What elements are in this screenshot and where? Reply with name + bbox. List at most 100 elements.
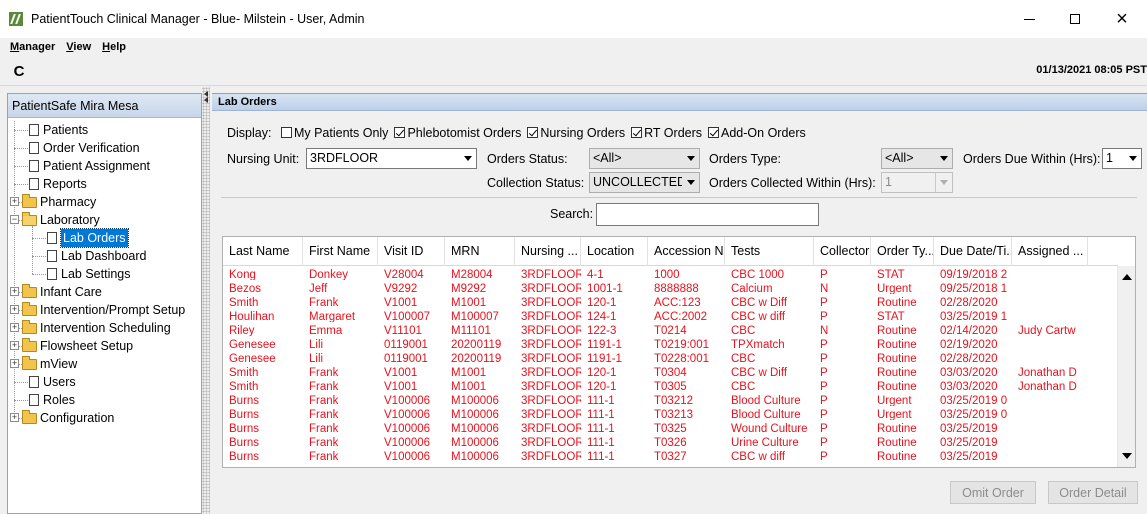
cell-first-name: Frank: [309, 381, 339, 392]
display-filter-row: Display: My Patients Only Phlebotomist Or…: [227, 126, 806, 140]
chevron-down-icon[interactable]: [935, 149, 952, 168]
table-row[interactable]: Bezos Jeff V9292 M9292 3RDFLOOR 1001-1 8888888…: [223, 280, 1118, 294]
column-header-first-name[interactable]: First Name: [303, 237, 378, 266]
omit-order-button[interactable]: Omit Order: [950, 481, 1036, 504]
add-on-orders-checkbox[interactable]: Add-On Orders: [702, 126, 806, 140]
checkbox-box[interactable]: [527, 127, 539, 138]
tree-item-infant-care[interactable]: + Infant Care: [8, 283, 201, 301]
cell-assigned: [1012, 350, 1088, 364]
tree-item-mview[interactable]: + mView: [8, 355, 201, 373]
chevron-down-icon[interactable]: [682, 173, 699, 192]
chevron-down-icon[interactable]: [682, 149, 699, 168]
table-row[interactable]: Smith Frank V1001 M1001 3RDFLOOR 120-1 T0305 CB…: [223, 378, 1118, 392]
table-row[interactable]: Burns Frank V100006 M100006 3RDFLOOR 111-1 T03…: [223, 420, 1118, 434]
checkbox-box[interactable]: [280, 127, 292, 138]
column-header-last-name[interactable]: Last Name: [223, 237, 303, 266]
table-row[interactable]: Genesee Lili 0119001 20200119 3RDFLOOR 1191-1…: [223, 350, 1118, 364]
column-header-tests[interactable]: Tests: [725, 237, 814, 266]
orders-due-select[interactable]: 1: [1102, 148, 1142, 169]
table-row[interactable]: Burns Frank V100006 M100006 3RDFLOOR 111-1 T03…: [223, 406, 1118, 420]
menu-help[interactable]: Help: [102, 41, 126, 53]
app-logo-icon: [9, 12, 23, 26]
tree-item-reports[interactable]: Reports: [8, 175, 201, 193]
nursing-orders-checkbox[interactable]: Nursing Orders: [521, 126, 625, 140]
checkbox-box[interactable]: [394, 127, 406, 138]
nursing-unit-select[interactable]: 3RDFLOOR: [306, 148, 477, 169]
grid-vertical-scrollbar[interactable]: [1117, 266, 1135, 467]
collapse-panel-icon[interactable]: [203, 90, 209, 106]
column-header-location[interactable]: Location: [581, 237, 648, 266]
table-row[interactable]: Houlihan Margaret V100007 M100007 3RDFLOOR 12…: [223, 308, 1118, 322]
search-input[interactable]: [596, 203, 819, 226]
tree-item-laboratory[interactable]: − Laboratory: [8, 211, 201, 229]
cell-mrn: M1001: [451, 367, 487, 378]
cell-collector: P: [820, 339, 828, 350]
tree-item-users[interactable]: Users: [8, 373, 201, 391]
table-row[interactable]: Kong Donkey V28004 M28004 3RDFLOOR 4-1 1000 CBC…: [223, 266, 1118, 280]
column-header-assigned[interactable]: Assigned ...: [1012, 237, 1088, 266]
expand-icon[interactable]: +: [10, 341, 19, 350]
refresh-button[interactable]: C: [9, 61, 29, 81]
column-header-accession-number[interactable]: Accession N...: [648, 237, 725, 266]
phlebotomist-orders-checkbox[interactable]: Phlebotomist Orders: [388, 126, 521, 140]
expand-icon[interactable]: +: [10, 197, 19, 206]
column-header-due-date[interactable]: Due Date/Ti...: [934, 237, 1012, 266]
scroll-down-icon[interactable]: [1122, 453, 1132, 459]
rt-orders-checkbox[interactable]: RT Orders: [625, 126, 702, 140]
table-row[interactable]: Smith Frank V1001 M1001 3RDFLOOR 120-1 T0304 CB…: [223, 364, 1118, 378]
maximize-button[interactable]: [1052, 0, 1098, 38]
close-button[interactable]: ×: [1099, 0, 1145, 38]
cell-last-name: Burns: [229, 437, 260, 448]
panel-splitter[interactable]: [202, 87, 210, 514]
column-header-visit-id[interactable]: Visit ID: [378, 237, 445, 266]
tree-item-order-verification[interactable]: Order Verification: [8, 139, 201, 157]
table-row[interactable]: Smith Frank V1001 M1001 3RDFLOOR 120-1 ACC:123…: [223, 294, 1118, 308]
checkbox-box[interactable]: [708, 127, 720, 138]
table-row[interactable]: Burns Frank V100006 M100006 3RDFLOOR 111-1 T03…: [223, 448, 1118, 462]
maximize-icon: [1070, 14, 1080, 24]
orders-status-select[interactable]: <All>: [589, 148, 700, 169]
column-header-nursing-unit[interactable]: Nursing ...: [515, 237, 581, 266]
my-patients-only-checkbox[interactable]: My Patients Only: [275, 126, 388, 140]
checkbox-box[interactable]: [631, 127, 643, 138]
tree-item-intervention-scheduling[interactable]: + Intervention Scheduling: [8, 319, 201, 337]
expand-icon[interactable]: +: [10, 287, 19, 296]
table-row[interactable]: Genesee Lili 0119001 20200119 3RDFLOOR 1191-1…: [223, 336, 1118, 350]
table-row[interactable]: Burns Frank V100006 M100006 3RDFLOOR 111-1 T03…: [223, 392, 1118, 406]
expand-icon[interactable]: +: [10, 305, 19, 314]
order-detail-button[interactable]: Order Detail: [1048, 481, 1138, 504]
minimize-button[interactable]: [1006, 0, 1052, 38]
tree-item-flowsheet-setup[interactable]: + Flowsheet Setup: [8, 337, 201, 355]
chevron-down-icon[interactable]: [1124, 149, 1141, 168]
expand-icon[interactable]: +: [10, 359, 19, 368]
tree-item-intervention-prompt-setup[interactable]: + Intervention/Prompt Setup: [8, 301, 201, 319]
menu-view[interactable]: View: [66, 41, 91, 53]
chevron-down-icon[interactable]: [459, 149, 476, 168]
expand-icon[interactable]: +: [10, 323, 19, 332]
tree-item-roles[interactable]: Roles: [8, 391, 201, 409]
expand-icon[interactable]: +: [10, 413, 19, 422]
column-header-collector[interactable]: Collector: [814, 237, 871, 266]
menu-manager[interactable]: Manager: [10, 41, 55, 53]
scroll-up-icon[interactable]: [1122, 274, 1132, 280]
tree-connector: [14, 130, 28, 131]
cell-order-type: Routine: [877, 423, 917, 434]
column-header-order-type[interactable]: Order Ty...: [871, 237, 934, 266]
table-row[interactable]: Burns Frank V100006 M100006 3RDFLOOR 111-1 T03…: [223, 434, 1118, 448]
orders-type-select[interactable]: <All>: [881, 148, 953, 169]
column-header-mrn[interactable]: MRN: [445, 237, 515, 266]
tree-item-patient-assignment[interactable]: Patient Assignment: [8, 157, 201, 175]
tree-item-pharmacy[interactable]: + Pharmacy: [8, 193, 201, 211]
table-row[interactable]: Riley Emma V11101 M11101 3RDFLOOR 122-3 T0214 C…: [223, 322, 1118, 336]
tree-item-label: Users: [43, 375, 76, 389]
collection-status-select[interactable]: UNCOLLECTED: [589, 172, 700, 193]
tree-item-lab-orders[interactable]: Lab Orders: [8, 228, 201, 248]
cell-first-name: Emma: [309, 325, 343, 336]
tree-item-configuration[interactable]: + Configuration: [8, 409, 201, 427]
tree-item-lab-dashboard[interactable]: Lab Dashboard: [8, 247, 201, 265]
cell-location: 1191-1: [587, 353, 622, 364]
cell-order-type: Routine: [877, 451, 917, 462]
tree-item-lab-settings[interactable]: Lab Settings: [8, 265, 201, 283]
tree-item-patients[interactable]: Patients: [8, 121, 201, 139]
collapse-icon[interactable]: −: [10, 215, 19, 224]
